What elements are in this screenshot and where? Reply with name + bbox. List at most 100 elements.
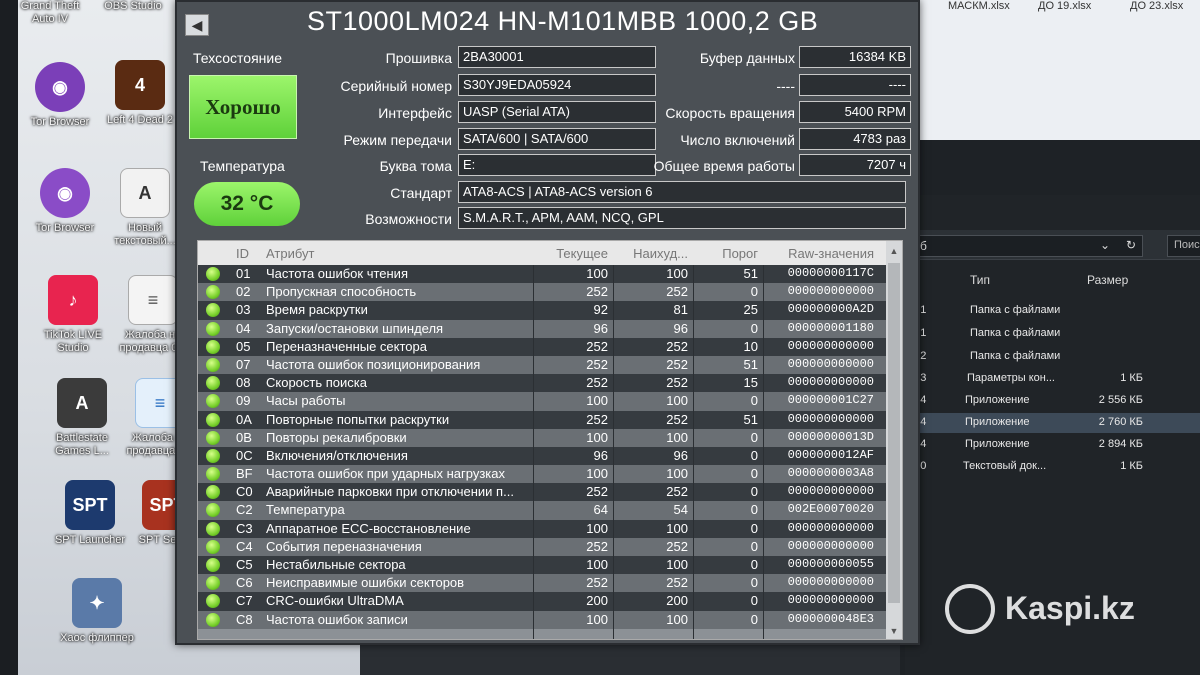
- attribute-name: Повторные попытки раскрутки: [266, 411, 450, 427]
- table-row[interactable]: 0B Повторы рекалибровки 100 100 0 00000000013…: [198, 428, 888, 447]
- raw-value: 000000000000: [787, 484, 874, 499]
- temperature-label: Температура: [200, 158, 285, 174]
- attribute-name: Запуски/остановки шпинделя: [266, 320, 444, 336]
- list-item[interactable]: 3:52 Папка с файлами: [905, 347, 1200, 367]
- table-row[interactable]: 04 Запуски/остановки шпинделя 96 96 0 0000000…: [198, 319, 888, 338]
- attribute-name: Аппаратное ECC-восстановление: [266, 520, 471, 536]
- desktop-icon-label: Grand Theft Auto IV: [20, 0, 80, 25]
- file-label[interactable]: МАСКМ.xlsx: [948, 0, 1010, 12]
- table-row[interactable]: C3 Аппаратное ECC-восстановление 100 100 0 00…: [198, 519, 888, 538]
- table-row[interactable]: 0C Включения/отключения 96 96 0 0000000012AF: [198, 446, 888, 466]
- temperature-badge[interactable]: 32 °C: [194, 182, 300, 226]
- desktop-icon-chaos-flipper[interactable]: ✦ Хаос флиппер: [52, 578, 142, 645]
- raw-value: 0000000012AF: [787, 447, 874, 462]
- table-row[interactable]: 02 Пропускная способность 252 252 0 000000000…: [198, 283, 888, 302]
- attribute-name: Частота ошибок позиционирования: [266, 356, 481, 372]
- current-value: 252: [586, 375, 608, 391]
- desktop-icon-label: OBS Studio: [104, 0, 162, 12]
- threshold-value: 0: [750, 393, 758, 409]
- raw-value: 000000000000: [787, 338, 874, 353]
- attribute-id: C5: [236, 557, 253, 572]
- table-row[interactable]: 07 Частота ошибок позиционирования 252 252 5…: [198, 355, 888, 375]
- desktop-icon-tiktok-live[interactable]: ♪ TikTok LIVE Studio: [28, 275, 118, 355]
- table-row[interactable]: 05 Переназначенные сектора 252 252 10 0000000…: [198, 337, 888, 356]
- raw-value: 000000000000: [787, 538, 874, 553]
- chevron-down-icon[interactable]: ⌄: [1100, 238, 1110, 252]
- refresh-icon[interactable]: ↻: [1126, 238, 1136, 252]
- table-row[interactable]: 08 Скорость поиска 252 252 15 000000000000: [198, 374, 888, 393]
- text-document-icon: A: [120, 168, 170, 218]
- file-type: Папка с файлами: [970, 327, 1061, 339]
- address-bar[interactable]: б ⌄ ↻: [913, 235, 1143, 257]
- table-row[interactable]: 0A Повторные попытки раскрутки 252 252 51 000…: [198, 410, 888, 429]
- attribute-id: BF: [236, 466, 253, 482]
- desktop-icon-tor-browser[interactable]: ◉ Tor Browser: [15, 62, 105, 129]
- status-good-icon: [206, 430, 220, 445]
- file-label[interactable]: ДО 23.xlsx: [1130, 0, 1183, 12]
- disk-title: ST1000LM024 HN-M101MBB 1000,2 GB: [307, 6, 819, 36]
- list-item-selected[interactable]: 5:34 Приложение 2 760 КБ: [905, 413, 1200, 433]
- file-size: 2 760 КБ: [1098, 416, 1143, 428]
- attribute-id: C6: [236, 575, 253, 591]
- table-row[interactable]: 03 Время раскрутки 92 81 25 000000000A2D: [198, 301, 888, 320]
- table-row[interactable]: BF Частота ошибок при ударных нагрузках 10…: [198, 465, 888, 484]
- vertical-scrollbar[interactable]: ▲ ▼: [886, 241, 902, 639]
- health-status-badge[interactable]: Хорошо: [189, 75, 297, 139]
- previous-disk-button[interactable]: ◀: [185, 14, 209, 36]
- column-header-threshold[interactable]: Порог: [698, 246, 758, 261]
- worst-value: 252: [666, 284, 688, 300]
- desktop-icon-battlestate[interactable]: A Battlestate Games L...: [37, 378, 127, 458]
- desktop-icon-tor-browser-2[interactable]: ◉ Tor Browser: [20, 168, 110, 235]
- column-header-size[interactable]: Размер: [1087, 273, 1128, 287]
- status-good-icon: [206, 612, 220, 627]
- desktop-icon-left4dead2[interactable]: 4 Left 4 Dead 2: [95, 60, 185, 127]
- column-header-attribute[interactable]: Атрибут: [266, 246, 314, 261]
- table-row[interactable]: C4 События переназначения 252 252 0 000000000…: [198, 537, 888, 556]
- list-item[interactable]: 0:00 Текстовый док... 1 КБ: [905, 457, 1200, 477]
- scroll-up-icon[interactable]: ▲: [886, 243, 902, 259]
- column-header-raw[interactable]: Raw-значения: [768, 246, 874, 261]
- table-row[interactable]: 09 Часы работы 100 100 0 000000001C27: [198, 392, 888, 411]
- threshold-value: 51: [743, 356, 758, 372]
- list-item[interactable]: 8:23 Параметры кон... 1 КБ: [905, 369, 1200, 389]
- column-header-current[interactable]: Текущее: [538, 246, 608, 261]
- table-row[interactable]: C8 Частота ошибок записи 100 100 0 0000000048…: [198, 610, 888, 629]
- table-row[interactable]: C5 Нестабильные сектора 100 100 0 00000000005…: [198, 556, 888, 575]
- table-row[interactable]: C7 CRC-ошибки UltraDMA 200 200 0 000000000000: [198, 592, 888, 611]
- worst-value: 100: [666, 429, 688, 445]
- column-header-type[interactable]: Тип: [970, 273, 990, 287]
- column-header-worst[interactable]: Наихуд...: [618, 246, 688, 261]
- worst-value: 252: [666, 338, 688, 354]
- table-row[interactable]: C6 Неисправимые ошибки секторов 252 252 0 000…: [198, 574, 888, 593]
- list-item[interactable]: 5:34 Приложение 2 894 КБ: [905, 435, 1200, 455]
- desktop-icon-obs[interactable]: OBS Studio: [88, 0, 178, 13]
- worst-value: 100: [666, 266, 688, 281]
- list-item[interactable]: 5:34 Приложение 2 556 КБ: [905, 391, 1200, 411]
- file-type: Папка с файлами: [970, 350, 1061, 362]
- tiktok-icon: ♪: [48, 275, 98, 325]
- kaspi-logo-icon: [945, 584, 995, 634]
- list-item[interactable]: 0:31 Папка с файлами: [905, 324, 1200, 344]
- list-item[interactable]: 0:31 Папка с файлами: [905, 301, 1200, 321]
- table-row[interactable]: C0 Аварийные парковки при отключении п...…: [198, 483, 888, 502]
- worst-value: 252: [666, 575, 688, 591]
- table-row[interactable]: 01 Частота ошибок чтения 100 100 51 000000001…: [198, 265, 888, 284]
- attribute-id: 09: [236, 393, 251, 409]
- tor-icon: ◉: [35, 62, 85, 112]
- table-row[interactable]: C2 Температура 64 54 0 002E00070020: [198, 501, 888, 520]
- threshold-value: 0: [750, 320, 758, 336]
- attribute-name: Скорость поиска: [266, 375, 367, 391]
- status-good-icon: [206, 285, 220, 300]
- document-icon: ≡: [128, 275, 178, 325]
- threshold-value: 0: [750, 557, 758, 572]
- current-value: 92: [593, 302, 608, 318]
- file-size: 2 556 КБ: [1098, 394, 1143, 406]
- scroll-down-icon[interactable]: ▼: [886, 623, 902, 639]
- search-input[interactable]: Поис: [1167, 235, 1200, 257]
- scrollbar-thumb[interactable]: [888, 263, 900, 603]
- file-label[interactable]: ДО 19.xlsx: [1038, 0, 1091, 12]
- desktop-icon-gta[interactable]: Grand Theft Auto IV: [5, 0, 95, 26]
- status-good-icon: [206, 485, 220, 500]
- column-header-id[interactable]: ID: [236, 246, 249, 261]
- attribute-id: C7: [236, 593, 253, 609]
